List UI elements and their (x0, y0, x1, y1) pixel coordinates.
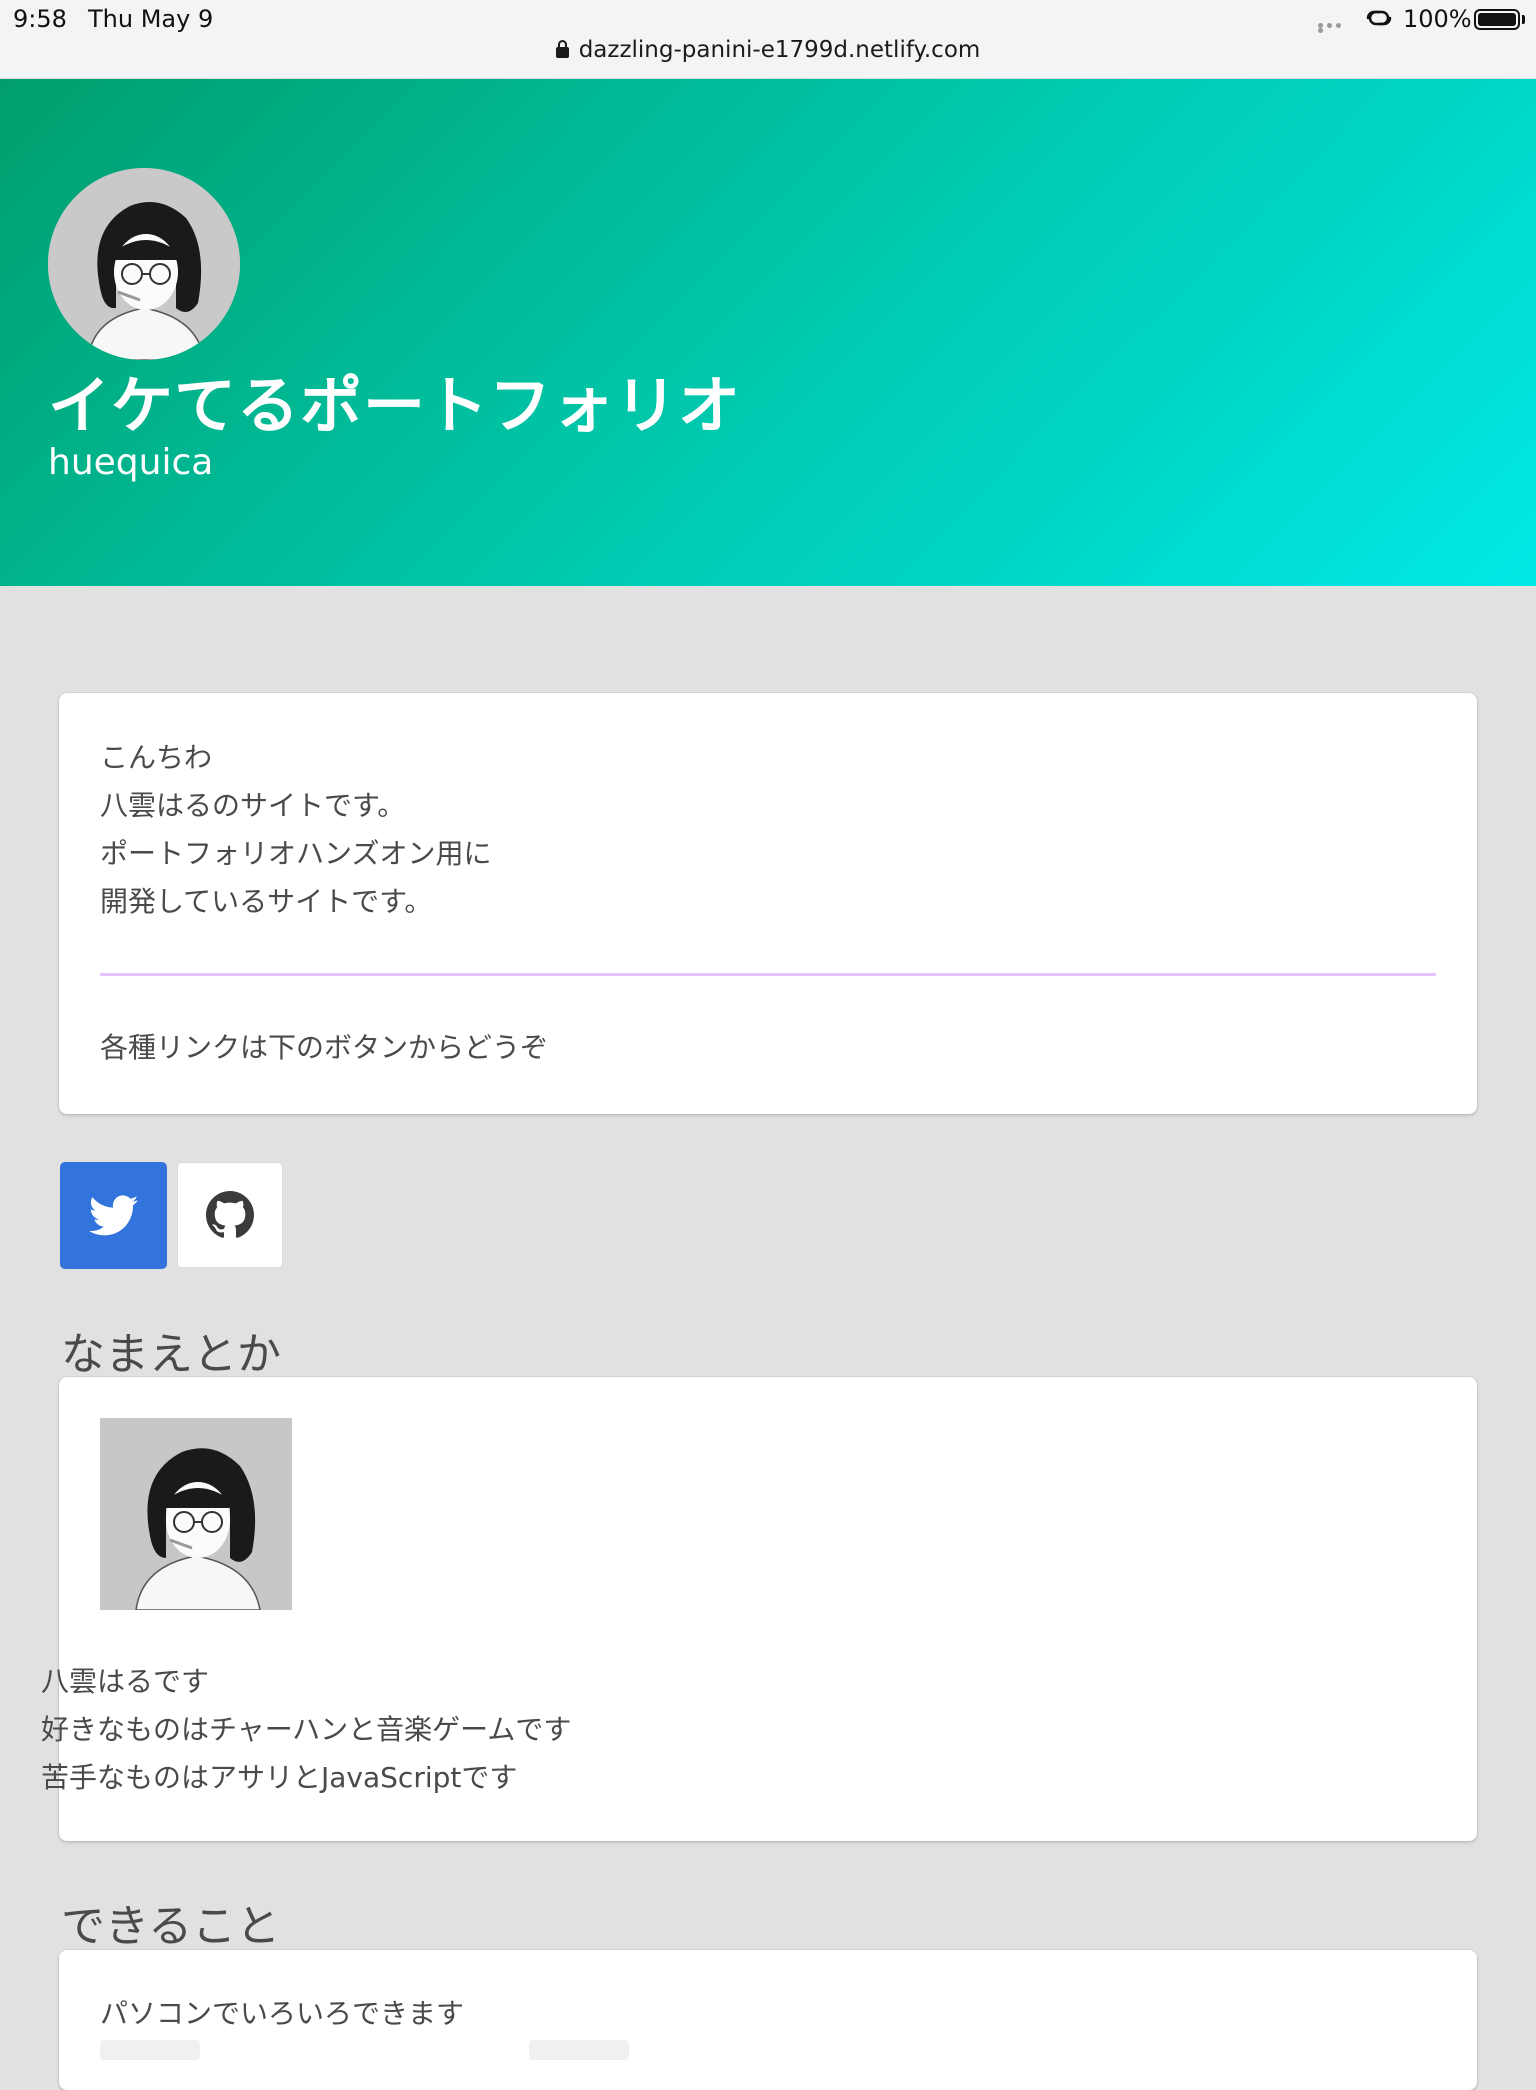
battery-icon (1474, 9, 1520, 30)
personal-hotspot-icon (1366, 10, 1392, 26)
twitter-bird-icon (88, 1194, 138, 1235)
profile-image (100, 1418, 292, 1610)
intro-line: ポートフォリオハンズオン用に (100, 837, 492, 870)
section-title-name: なまえとか (61, 1329, 281, 1380)
hero-banner: イケてるポートフォリオ huequica (0, 79, 1536, 586)
status-date: Thu May 9 (88, 5, 214, 33)
browser-status-bar: 9:58 Thu May 9 100% dazzling-panini-e179… (0, 0, 1536, 79)
skills-text: パソコンでいろいろできます (100, 1990, 464, 2038)
avatar-illustration-icon (48, 168, 240, 360)
profile-illustration-icon (100, 1418, 292, 1610)
intro-line: こんちわ (100, 741, 213, 774)
lock-icon (555, 40, 569, 58)
profile-line: 八雲はるです (41, 1665, 210, 1698)
divider (100, 973, 1436, 976)
page-subtitle: huequica (48, 442, 214, 483)
status-time: 9:58 (13, 5, 67, 33)
battery-percentage: 100% (1403, 5, 1472, 33)
multitasking-dots-icon[interactable] (1318, 23, 1352, 33)
intro-line: 八雲はるのサイトです。 (100, 789, 406, 822)
intro-card: こんちわ 八雲はるのサイトです。 ポートフォリオハンズオン用に 開発しているサイ… (59, 693, 1477, 1114)
section-title-skills: できること (61, 1901, 281, 1952)
github-button[interactable] (177, 1162, 283, 1268)
skill-chip (529, 2040, 629, 2060)
profile-text: 八雲はるです 好きなものはチャーハンと音楽ゲームです 苦手なものはアサリとJav… (41, 1658, 571, 1802)
profile-line: 苦手なものはアサリとJavaScriptです (41, 1761, 518, 1794)
address-bar[interactable]: dazzling-panini-e1799d.netlify.com (0, 37, 1536, 63)
intro-text: こんちわ 八雲はるのサイトです。 ポートフォリオハンズオン用に 開発しているサイ… (100, 734, 491, 926)
page-title: イケてるポートフォリオ (48, 369, 742, 442)
twitter-button[interactable] (60, 1162, 167, 1269)
links-note: 各種リンクは下のボタンからどうぞ (100, 1031, 549, 1064)
skills-line: パソコンでいろいろできます (100, 1997, 465, 2030)
battery-tip (1522, 15, 1525, 24)
skills-card: パソコンでいろいろできます (59, 1950, 1477, 2090)
avatar (48, 168, 240, 360)
skill-chip (100, 2040, 200, 2060)
url-text: dazzling-panini-e1799d.netlify.com (578, 37, 981, 63)
intro-line: 開発しているサイトです。 (100, 885, 433, 918)
github-octocat-icon (206, 1191, 254, 1238)
profile-line: 好きなものはチャーハンと音楽ゲームです (41, 1713, 572, 1746)
